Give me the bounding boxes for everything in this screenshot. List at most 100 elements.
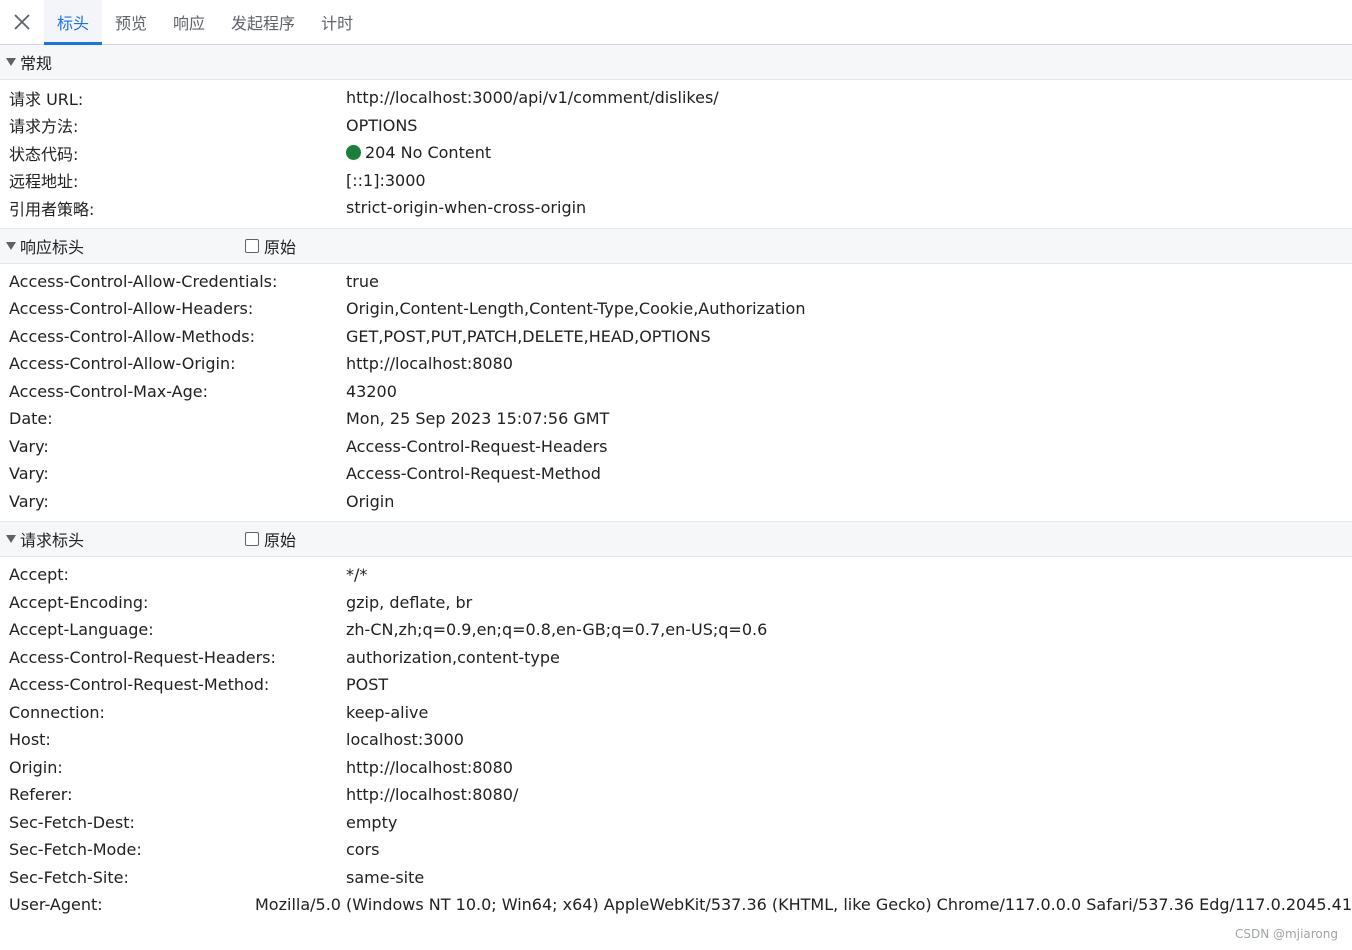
header-key: Sec-Fetch-Mode: [9,840,142,860]
header-key: 远程地址: [9,172,79,192]
header-value: same-site [346,867,425,887]
header-key: Access-Control-Allow-Methods: [9,326,256,346]
header-value: */* [346,565,368,585]
header-value: OPTIONS [346,115,418,135]
raw-label: 原始 [264,531,297,550]
header-value: cors [346,840,380,860]
header-row: Access-Control-Allow-Origin: http://local… [0,350,1352,378]
header-row: Vary: Origin [0,488,1352,516]
header-key: Access-Control-Max-Age: [9,381,208,401]
general-rows: 请求 URL: http://localhost:3000/api/v1/com… [0,80,1352,228]
header-key: Vary: [9,464,49,484]
header-value: Access-Control-Request-Headers [346,436,608,456]
raw-checkbox[interactable] [245,532,259,546]
header-value: http://localhost:8080 [346,354,513,374]
header-value: http://localhost:3000/api/v1/comment/dis… [346,88,719,108]
header-key: Date: [9,409,53,429]
header-value: GET,POST,PUT,PATCH,DELETE,HEAD,OPTIONS [346,326,711,346]
header-key: Access-Control-Request-Headers: [9,647,276,667]
collapse-triangle-icon[interactable] [6,241,16,250]
header-row: User-Agent: Mozilla/5.0 (Windows NT 10.0;… [0,891,1352,919]
collapse-triangle-icon[interactable] [6,58,16,66]
tab-initiator[interactable]: 发起程序 [218,0,308,44]
tab-response[interactable]: 响应 [160,0,218,44]
response-raw-toggle[interactable]: 原始 [245,229,296,263]
header-key: Access-Control-Allow-Headers: [9,299,254,319]
request-raw-toggle[interactable]: 原始 [245,522,296,556]
header-row: Sec-Fetch-Dest: empty [0,809,1352,837]
header-row: Access-Control-Allow-Headers: Origin,Cont… [0,295,1352,323]
header-value: 43200 [346,381,397,401]
collapse-triangle-icon[interactable] [6,535,16,543]
header-key: User-Agent: [9,895,103,915]
status-value: 204 No Content [346,143,491,162]
header-key: Access-Control-Allow-Credentials: [9,271,278,291]
header-key: 请求 URL: [9,89,84,109]
header-key: Origin: [9,757,63,777]
header-row: Accept: */* [0,561,1352,589]
header-value: strict-origin-when-cross-origin [346,198,587,218]
header-row: Access-Control-Request-Headers: authoriza… [0,644,1352,672]
raw-checkbox[interactable] [245,238,259,253]
header-value: zh-CN,zh;q=0.9,en;q=0.8,en-GB;q=0.7,en-U… [346,620,768,640]
watermark: CSDN @mjiarong [1235,927,1338,941]
header-value: Origin,Content-Length,Content-Type,Cooki… [346,299,806,319]
header-key: Access-Control-Allow-Origin: [9,354,236,374]
header-value: keep-alive [346,702,429,722]
header-row: Sec-Fetch-Mode: cors [0,836,1352,864]
general-row: 请求 URL: http://localhost:3000/api/v1/com… [0,84,1352,112]
general-row: 远程地址: [::1]:3000 [0,167,1352,195]
header-row: Access-Control-Max-Age: 43200 [0,378,1352,406]
tab-timing[interactable]: 计时 [308,0,366,44]
response-header-rows: Access-Control-Allow-Credentials: true Acc… [0,264,1352,522]
header-key: Connection: [9,702,105,722]
general-section-header[interactable]: 常规 [0,45,1352,80]
request-headers-section-header[interactable]: 请求标头 原始 [0,521,1352,557]
header-key: Accept-Encoding: [9,592,149,612]
header-key: Vary: [9,491,49,511]
header-row: Connection: keep-alive [0,699,1352,727]
header-key: Sec-Fetch-Dest: [9,812,135,832]
close-button[interactable] [0,0,44,44]
response-headers-title: 响应标头 [20,237,85,257]
status-dot-icon [346,145,361,161]
header-key: 引用者策略: [9,199,95,219]
header-value: POST [346,675,389,695]
header-value: authorization,content-type [346,647,560,667]
header-value: Mon, 25 Sep 2023 15:07:56 GMT [346,409,610,429]
header-row: Access-Control-Allow-Methods: GET,POST,PU… [0,323,1352,351]
header-value: Origin [346,491,395,511]
tab-bar: 标头 预览 响应 发起程序 计时 [0,0,1352,45]
header-row: Accept-Encoding: gzip, deflate, br [0,589,1352,617]
close-icon [14,14,30,30]
header-value: [::1]:3000 [346,170,426,190]
header-key: Host: [9,730,51,750]
header-row: Accept-Language: zh-CN,zh;q=0.9,en;q=0.8,… [0,616,1352,644]
raw-label: 原始 [264,237,297,257]
header-key: 请求方法: [9,117,79,137]
header-row: Access-Control-Request-Method: POST [0,671,1352,699]
header-key: Sec-Fetch-Site: [9,867,129,887]
general-section-title: 常规 [20,54,53,73]
general-row: 引用者策略: strict-origin-when-cross-origin [0,194,1352,222]
header-value: localhost:3000 [346,730,464,750]
header-value: true [346,271,379,291]
header-row: Vary: Access-Control-Request-Headers [0,433,1352,461]
response-headers-section-header[interactable]: 响应标头 原始 [0,227,1352,264]
header-value: http://localhost:8080 [346,757,513,777]
header-value: Mozilla/5.0 (Windows NT 10.0; Win64; x64… [255,895,1352,915]
header-key: Access-Control-Request-Method: [9,675,270,695]
request-header-rows: Accept: */* Accept-Encoding: gzip, deflate,… [0,557,1352,925]
tab-preview[interactable]: 预览 [102,0,160,44]
status-text: 204 No Content [365,143,492,163]
header-value: Access-Control-Request-Method [346,464,601,484]
header-key: Accept: [9,565,69,585]
tab-headers[interactable]: 标头 [44,0,103,45]
header-key: 状态代码: [9,144,79,164]
header-key: Vary: [9,436,49,456]
header-row: Sec-Fetch-Site: same-site [0,864,1352,892]
header-row: Vary: Access-Control-Request-Method [0,460,1352,488]
header-row: Referer: http://localhost:8080/ [0,781,1352,809]
header-key: Referer: [9,785,73,805]
header-row: Date: Mon, 25 Sep 2023 15:07:56 GMT [0,405,1352,433]
